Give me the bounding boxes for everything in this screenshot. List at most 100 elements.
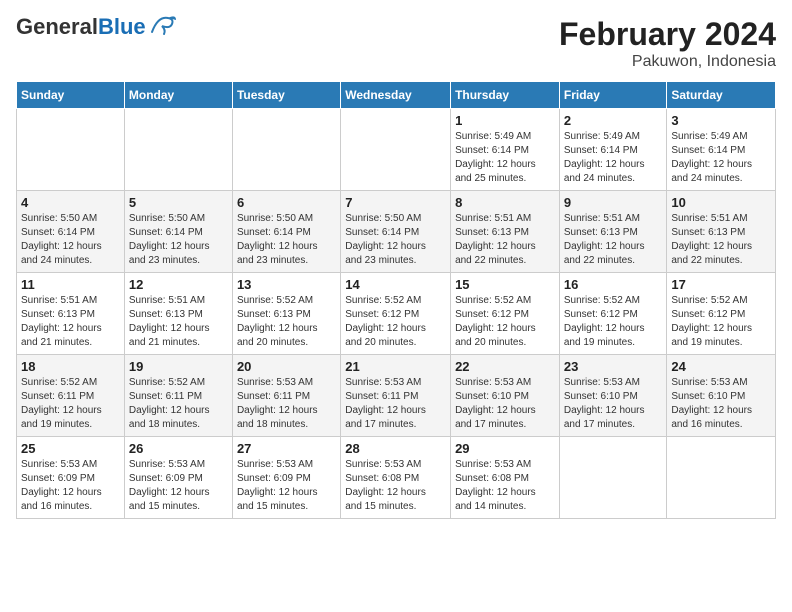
day-info: Sunrise: 5:53 AM Sunset: 6:08 PM Dayligh… bbox=[345, 458, 446, 514]
day-number: 18 bbox=[21, 359, 120, 374]
day-number: 5 bbox=[129, 195, 228, 210]
day-info: Sunrise: 5:49 AM Sunset: 6:14 PM Dayligh… bbox=[564, 130, 663, 186]
calendar-cell: 9 Sunrise: 5:51 AM Sunset: 6:13 PM Daylig… bbox=[559, 191, 667, 273]
day-info: Sunrise: 5:53 AM Sunset: 6:08 PM Dayligh… bbox=[455, 458, 555, 514]
calendar-cell: 15 Sunrise: 5:52 AM Sunset: 6:12 PM Dayli… bbox=[451, 273, 560, 355]
title-block: February 2024 Pakuwon, Indonesia bbox=[559, 16, 776, 71]
day-info: Sunrise: 5:50 AM Sunset: 6:14 PM Dayligh… bbox=[237, 212, 336, 268]
day-info: Sunrise: 5:50 AM Sunset: 6:14 PM Dayligh… bbox=[129, 212, 228, 268]
day-number: 9 bbox=[564, 195, 663, 210]
day-info: Sunrise: 5:52 AM Sunset: 6:11 PM Dayligh… bbox=[21, 376, 120, 432]
weekday-header-wednesday: Wednesday bbox=[341, 82, 451, 109]
day-number: 29 bbox=[455, 441, 555, 456]
calendar-cell bbox=[17, 109, 125, 191]
day-number: 4 bbox=[21, 195, 120, 210]
day-number: 21 bbox=[345, 359, 446, 374]
calendar-cell: 1 Sunrise: 5:49 AM Sunset: 6:14 PM Daylig… bbox=[451, 109, 560, 191]
day-number: 25 bbox=[21, 441, 120, 456]
weekday-header-tuesday: Tuesday bbox=[232, 82, 340, 109]
day-info: Sunrise: 5:50 AM Sunset: 6:14 PM Dayligh… bbox=[345, 212, 446, 268]
day-info: Sunrise: 5:53 AM Sunset: 6:09 PM Dayligh… bbox=[129, 458, 228, 514]
calendar-cell: 18 Sunrise: 5:52 AM Sunset: 6:11 PM Dayli… bbox=[17, 355, 125, 437]
day-number: 28 bbox=[345, 441, 446, 456]
calendar-cell bbox=[124, 109, 232, 191]
day-number: 20 bbox=[237, 359, 336, 374]
calendar-cell: 2Sunrise: 5:49 AM Sunset: 6:14 PM Daylig… bbox=[559, 109, 667, 191]
calendar-cell: 19Sunrise: 5:52 AM Sunset: 6:11 PM Dayli… bbox=[124, 355, 232, 437]
logo: GeneralBlue bbox=[16, 16, 176, 38]
day-number: 24 bbox=[671, 359, 771, 374]
day-info: Sunrise: 5:53 AM Sunset: 6:10 PM Dayligh… bbox=[671, 376, 771, 432]
day-info: Sunrise: 5:49 AM Sunset: 6:14 PM Dayligh… bbox=[455, 130, 555, 186]
calendar-cell: 7 Sunrise: 5:50 AM Sunset: 6:14 PM Daylig… bbox=[341, 191, 451, 273]
day-number: 7 bbox=[345, 195, 446, 210]
day-info: Sunrise: 5:51 AM Sunset: 6:13 PM Dayligh… bbox=[21, 294, 120, 350]
calendar-cell: 24 Sunrise: 5:53 AM Sunset: 6:10 PM Dayli… bbox=[667, 355, 776, 437]
calendar-cell: 29 Sunrise: 5:53 AM Sunset: 6:08 PM Dayli… bbox=[451, 437, 560, 519]
calendar-cell bbox=[341, 109, 451, 191]
calendar-cell: 11Sunrise: 5:51 AM Sunset: 6:13 PM Dayli… bbox=[17, 273, 125, 355]
weekday-header-monday: Monday bbox=[124, 82, 232, 109]
day-info: Sunrise: 5:49 AM Sunset: 6:14 PM Dayligh… bbox=[671, 130, 771, 186]
day-info: Sunrise: 5:53 AM Sunset: 6:10 PM Dayligh… bbox=[455, 376, 555, 432]
calendar-cell bbox=[232, 109, 340, 191]
day-number: 8 bbox=[455, 195, 555, 210]
calendar-cell: 13 Sunrise: 5:52 AM Sunset: 6:13 PM Dayli… bbox=[232, 273, 340, 355]
calendar-week-row: 1 Sunrise: 5:49 AM Sunset: 6:14 PM Daylig… bbox=[17, 109, 776, 191]
day-info: Sunrise: 5:50 AM Sunset: 6:14 PM Dayligh… bbox=[21, 212, 120, 268]
logo-bird-icon bbox=[148, 14, 176, 36]
calendar-table: SundayMondayTuesdayWednesdayThursdayFrid… bbox=[16, 81, 776, 519]
day-number: 12 bbox=[129, 277, 228, 292]
day-info: Sunrise: 5:51 AM Sunset: 6:13 PM Dayligh… bbox=[564, 212, 663, 268]
calendar-cell: 12 Sunrise: 5:51 AM Sunset: 6:13 PM Dayli… bbox=[124, 273, 232, 355]
calendar-cell: 22 Sunrise: 5:53 AM Sunset: 6:10 PM Dayli… bbox=[451, 355, 560, 437]
calendar-cell: 20 Sunrise: 5:53 AM Sunset: 6:11 PM Dayli… bbox=[232, 355, 340, 437]
day-number: 15 bbox=[455, 277, 555, 292]
day-number: 1 bbox=[455, 113, 555, 128]
calendar-cell: 3 Sunrise: 5:49 AM Sunset: 6:14 PM Daylig… bbox=[667, 109, 776, 191]
calendar-cell bbox=[559, 437, 667, 519]
calendar-week-row: 11Sunrise: 5:51 AM Sunset: 6:13 PM Dayli… bbox=[17, 273, 776, 355]
page-subtitle: Pakuwon, Indonesia bbox=[559, 53, 776, 71]
day-number: 27 bbox=[237, 441, 336, 456]
calendar-cell: 25 Sunrise: 5:53 AM Sunset: 6:09 PM Dayli… bbox=[17, 437, 125, 519]
calendar-week-row: 25 Sunrise: 5:53 AM Sunset: 6:09 PM Dayli… bbox=[17, 437, 776, 519]
calendar-cell: 8Sunrise: 5:51 AM Sunset: 6:13 PM Daylig… bbox=[451, 191, 560, 273]
calendar-cell: 28 Sunrise: 5:53 AM Sunset: 6:08 PM Dayli… bbox=[341, 437, 451, 519]
day-number: 22 bbox=[455, 359, 555, 374]
weekday-header-row: SundayMondayTuesdayWednesdayThursdayFrid… bbox=[17, 82, 776, 109]
day-info: Sunrise: 5:52 AM Sunset: 6:12 PM Dayligh… bbox=[345, 294, 446, 350]
calendar-cell: 23 Sunrise: 5:53 AM Sunset: 6:10 PM Dayli… bbox=[559, 355, 667, 437]
calendar-cell: 6 Sunrise: 5:50 AM Sunset: 6:14 PM Daylig… bbox=[232, 191, 340, 273]
calendar-cell: 21Sunrise: 5:53 AM Sunset: 6:11 PM Dayli… bbox=[341, 355, 451, 437]
calendar-cell: 27Sunrise: 5:53 AM Sunset: 6:09 PM Dayli… bbox=[232, 437, 340, 519]
day-number: 10 bbox=[671, 195, 771, 210]
calendar-cell: 10 Sunrise: 5:51 AM Sunset: 6:13 PM Dayli… bbox=[667, 191, 776, 273]
calendar-cell: 14Sunrise: 5:52 AM Sunset: 6:12 PM Dayli… bbox=[341, 273, 451, 355]
day-number: 23 bbox=[564, 359, 663, 374]
calendar-cell: 16 Sunrise: 5:52 AM Sunset: 6:12 PM Dayli… bbox=[559, 273, 667, 355]
day-info: Sunrise: 5:52 AM Sunset: 6:12 PM Dayligh… bbox=[455, 294, 555, 350]
day-info: Sunrise: 5:53 AM Sunset: 6:10 PM Dayligh… bbox=[564, 376, 663, 432]
calendar-cell: 5 Sunrise: 5:50 AM Sunset: 6:14 PM Daylig… bbox=[124, 191, 232, 273]
page-header: GeneralBlue February 2024 Pakuwon, Indon… bbox=[16, 16, 776, 71]
day-info: Sunrise: 5:53 AM Sunset: 6:11 PM Dayligh… bbox=[237, 376, 336, 432]
day-number: 13 bbox=[237, 277, 336, 292]
day-number: 16 bbox=[564, 277, 663, 292]
day-info: Sunrise: 5:51 AM Sunset: 6:13 PM Dayligh… bbox=[671, 212, 771, 268]
day-number: 26 bbox=[129, 441, 228, 456]
weekday-header-sunday: Sunday bbox=[17, 82, 125, 109]
day-info: Sunrise: 5:51 AM Sunset: 6:13 PM Dayligh… bbox=[129, 294, 228, 350]
day-info: Sunrise: 5:52 AM Sunset: 6:12 PM Dayligh… bbox=[564, 294, 663, 350]
day-number: 3 bbox=[671, 113, 771, 128]
calendar-cell: 17Sunrise: 5:52 AM Sunset: 6:12 PM Dayli… bbox=[667, 273, 776, 355]
calendar-cell: 26 Sunrise: 5:53 AM Sunset: 6:09 PM Dayli… bbox=[124, 437, 232, 519]
day-info: Sunrise: 5:52 AM Sunset: 6:11 PM Dayligh… bbox=[129, 376, 228, 432]
weekday-header-saturday: Saturday bbox=[667, 82, 776, 109]
day-number: 6 bbox=[237, 195, 336, 210]
day-info: Sunrise: 5:52 AM Sunset: 6:13 PM Dayligh… bbox=[237, 294, 336, 350]
day-number: 17 bbox=[671, 277, 771, 292]
calendar-cell: 4 Sunrise: 5:50 AM Sunset: 6:14 PM Daylig… bbox=[17, 191, 125, 273]
weekday-header-friday: Friday bbox=[559, 82, 667, 109]
day-info: Sunrise: 5:53 AM Sunset: 6:09 PM Dayligh… bbox=[21, 458, 120, 514]
